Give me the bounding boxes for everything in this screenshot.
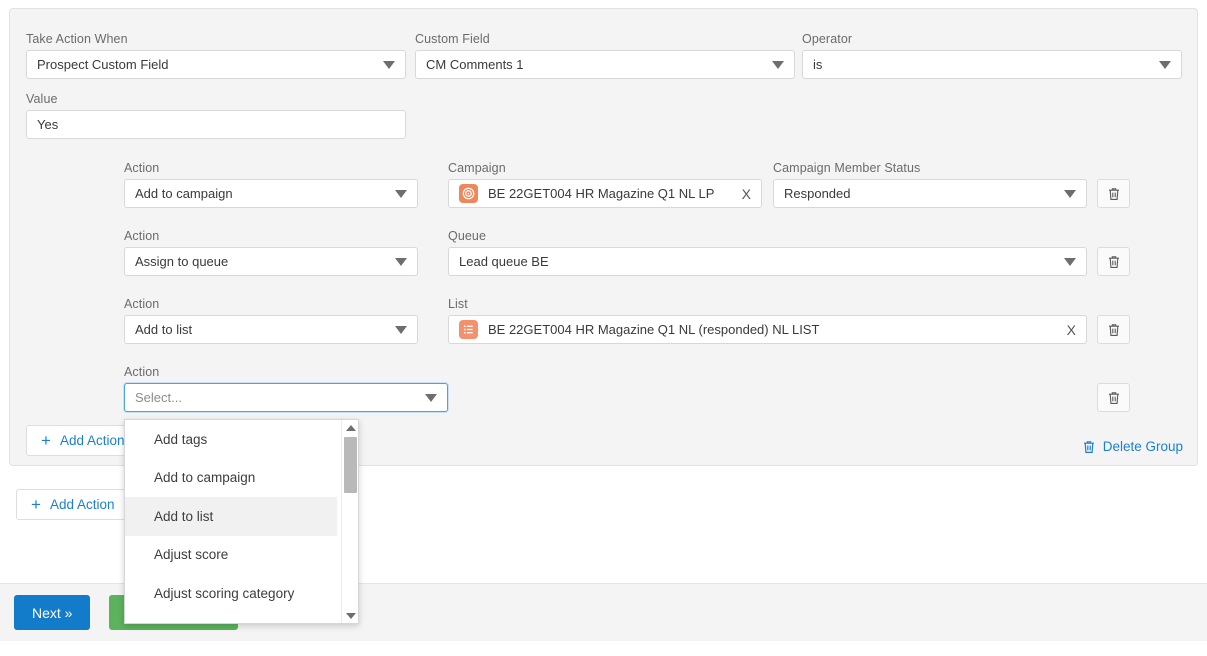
action-label-1: Action — [124, 161, 160, 175]
chevron-down-icon — [425, 393, 437, 402]
dropdown-scrollbar[interactable] — [341, 420, 358, 623]
trash-icon — [1108, 187, 1119, 200]
campaign-member-status-select[interactable]: Responded — [773, 179, 1087, 208]
add-action-button-outside[interactable]: + Add Action — [16, 489, 130, 520]
value-text: Yes — [37, 117, 59, 132]
operator-select[interactable]: is — [802, 50, 1182, 79]
campaign-value: BE 22GET004 HR Magazine Q1 NL LP — [488, 186, 715, 201]
remove-campaign-icon[interactable]: X — [742, 187, 751, 201]
take-action-when-select[interactable]: Prospect Custom Field — [26, 50, 406, 79]
queue-value: Lead queue BE — [459, 254, 549, 269]
add-action-button-inside[interactable]: + Add Action — [26, 425, 140, 456]
value-input[interactable]: Yes — [26, 110, 406, 139]
campaign-member-status-value: Responded — [784, 186, 851, 201]
value-label: Value — [26, 92, 58, 106]
scrollbar-thumb[interactable] — [344, 437, 357, 493]
chevron-down-icon — [395, 325, 407, 334]
campaign-target-icon — [459, 184, 478, 203]
next-button[interactable]: Next » — [14, 595, 91, 630]
operator-value: is — [813, 57, 823, 72]
delete-action-button-1[interactable] — [1097, 179, 1130, 208]
dropdown-option-add-tags[interactable]: Add tags — [125, 420, 337, 459]
list-value: BE 22GET004 HR Magazine Q1 NL (responded… — [488, 322, 820, 337]
action-label-4: Action — [124, 365, 160, 379]
remove-list-icon[interactable]: X — [1067, 323, 1076, 337]
delete-group-label: Delete Group — [1102, 439, 1183, 454]
chevron-down-icon — [395, 189, 407, 198]
action-value-4: Select... — [135, 390, 182, 405]
take-action-when-label: Take Action When — [26, 32, 128, 46]
action-value-3: Add to list — [135, 322, 193, 337]
action-label-2: Action — [124, 229, 160, 243]
delete-action-button-3[interactable] — [1097, 315, 1130, 344]
add-action-outside-label: Add Action — [49, 497, 115, 512]
operator-label: Operator — [802, 32, 853, 46]
chevron-down-icon[interactable] — [342, 608, 358, 623]
automation-rule-builder: Take Action When Custom Field Operator P… — [0, 0, 1207, 656]
action-dropdown-menu[interactable]: Add tags Add to campaign Add to list Adj… — [124, 419, 359, 624]
dropdown-option-adjust-score[interactable]: Adjust score — [125, 536, 337, 575]
action-select-4[interactable]: Select... — [124, 383, 448, 412]
chevron-up-icon[interactable] — [342, 420, 358, 435]
action-select-2[interactable]: Assign to queue — [124, 247, 418, 276]
chevron-down-icon — [772, 60, 784, 69]
dropdown-option-add-to-campaign[interactable]: Add to campaign — [125, 459, 337, 498]
custom-field-value: CM Comments 1 — [426, 57, 524, 72]
queue-label: Queue — [448, 229, 487, 243]
list-icon — [459, 320, 478, 339]
rule-group-card: Take Action When Custom Field Operator P… — [9, 8, 1198, 466]
custom-field-label: Custom Field — [415, 32, 490, 46]
take-action-when-value: Prospect Custom Field — [37, 57, 169, 72]
trash-icon — [1083, 440, 1095, 454]
action-value-2: Assign to queue — [135, 254, 229, 269]
action-value-1: Add to campaign — [135, 186, 233, 201]
trash-icon — [1108, 255, 1119, 268]
plus-icon: + — [31, 495, 41, 514]
queue-select[interactable]: Lead queue BE — [448, 247, 1087, 276]
action-select-1[interactable]: Add to campaign — [124, 179, 418, 208]
action-select-3[interactable]: Add to list — [124, 315, 418, 344]
campaign-member-status-label: Campaign Member Status — [773, 161, 921, 175]
dropdown-option-adjust-scoring-category[interactable]: Adjust scoring category — [125, 574, 337, 613]
delete-group-link[interactable]: Delete Group — [1083, 439, 1183, 454]
chevron-down-icon — [1159, 60, 1171, 69]
delete-action-button-2[interactable] — [1097, 247, 1130, 276]
campaign-field[interactable]: BE 22GET004 HR Magazine Q1 NL LP X — [448, 179, 762, 208]
trash-icon — [1108, 323, 1119, 336]
plus-icon: + — [41, 431, 51, 450]
chevron-down-icon — [1064, 189, 1076, 198]
chevron-down-icon — [383, 60, 395, 69]
chevron-down-icon — [1064, 257, 1076, 266]
custom-field-select[interactable]: CM Comments 1 — [415, 50, 795, 79]
list-field[interactable]: BE 22GET004 HR Magazine Q1 NL (responded… — [448, 315, 1087, 344]
trash-icon — [1108, 391, 1119, 404]
campaign-label: Campaign — [448, 161, 506, 175]
list-label: List — [448, 297, 468, 311]
action-dropdown-list: Add tags Add to campaign Add to list Adj… — [125, 420, 337, 623]
add-action-inside-label: Add Action — [59, 433, 125, 448]
action-label-3: Action — [124, 297, 160, 311]
dropdown-option-add-to-list[interactable]: Add to list — [125, 497, 337, 536]
chevron-down-icon — [395, 257, 407, 266]
delete-action-button-4[interactable] — [1097, 383, 1130, 412]
